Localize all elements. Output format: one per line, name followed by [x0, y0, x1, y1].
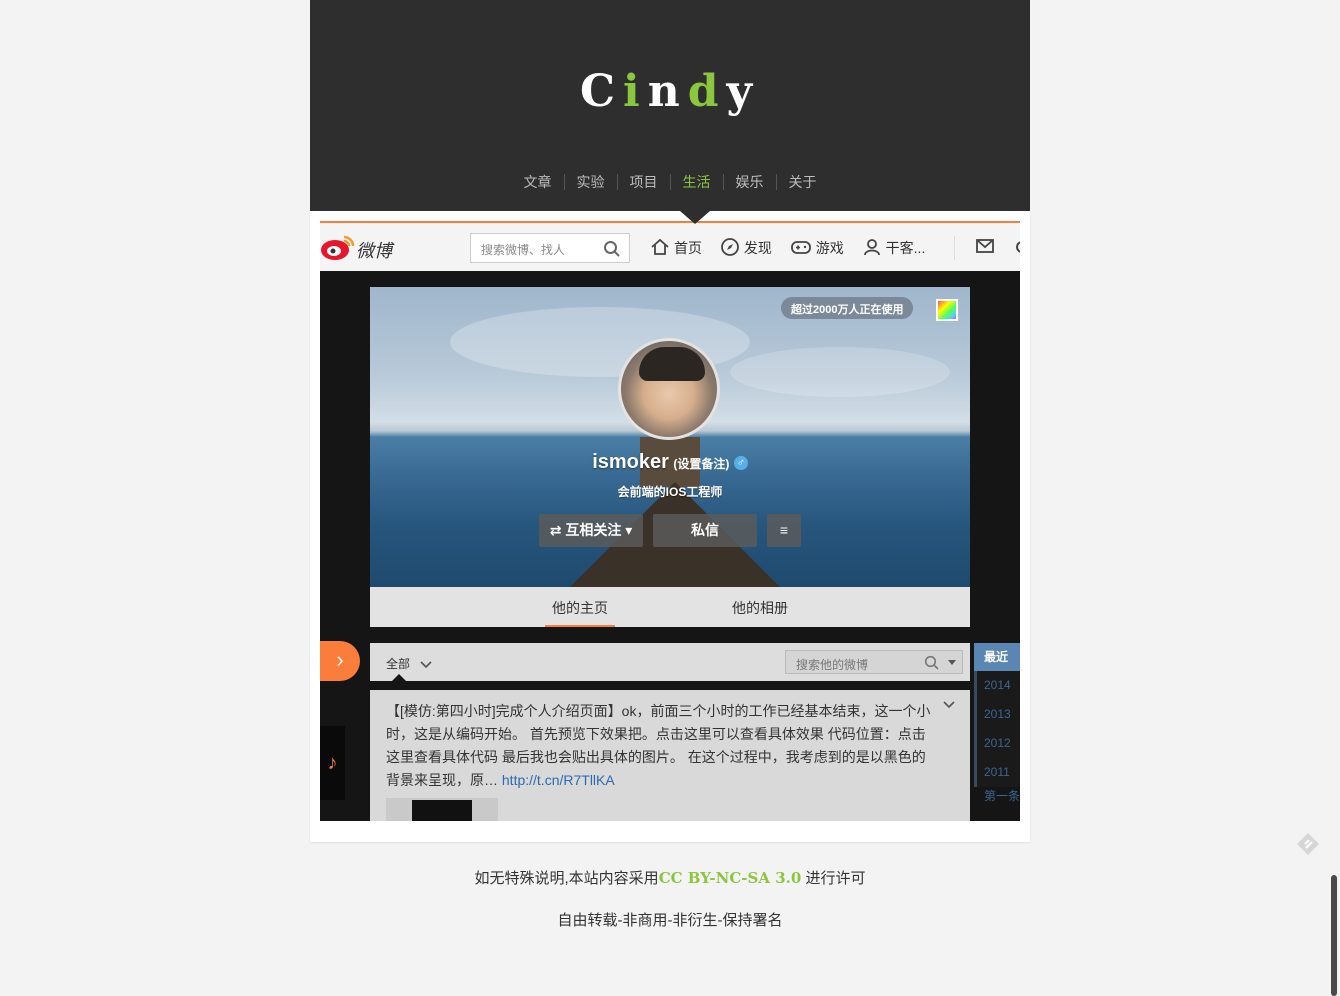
- site-logo[interactable]: Cindy: [310, 66, 1030, 117]
- mutual-follow-button[interactable]: ⇄ 互相关注 ▾: [539, 514, 643, 547]
- page: Cindy 文章 实验 项目 生活 娱乐 关于 微博 搜索微博、找人 首页 发现…: [0, 0, 1340, 996]
- side-expand-button[interactable]: ›: [320, 641, 360, 681]
- logo-letter: d: [687, 66, 727, 117]
- timeline-year[interactable]: 2014: [974, 671, 1020, 700]
- nav-item-life[interactable]: 生活: [669, 174, 723, 190]
- profile-bio: 会前端的IOS工程师: [617, 485, 723, 499]
- avatar[interactable]: [618, 338, 720, 440]
- chevron-right-icon: ›: [336, 647, 344, 672]
- male-icon: ♂: [733, 456, 748, 470]
- his-weibo-search-input[interactable]: 搜索他的微博: [785, 650, 963, 674]
- set-remark-link[interactable]: (设置备注): [673, 457, 729, 471]
- filter-pointer: [392, 674, 406, 681]
- blog-header: Cindy 文章 实验 项目 生活 娱乐 关于: [310, 0, 1030, 211]
- search-dropdown-icon[interactable]: [948, 660, 956, 665]
- nav-active-pointer: [680, 211, 710, 224]
- feedly-icon[interactable]: [1295, 831, 1321, 857]
- message-button[interactable]: 私信: [653, 514, 757, 547]
- tab-his-album[interactable]: 他的相册: [725, 598, 795, 618]
- weibo-post: 【[模仿:第四小时]完成个人介绍页面】ok，前面三个小时的工作已经基本结束，这一…: [370, 690, 970, 821]
- nav-item-about[interactable]: 关于: [775, 174, 829, 190]
- logo-letter: C: [579, 66, 623, 117]
- weibo-logo-text: 微博: [356, 241, 392, 262]
- footer-license: 如无特殊说明,本站内容采用CC BY-NC-SA 3.0 进行许可: [0, 867, 1340, 888]
- license-link[interactable]: CC BY-NC-SA 3.0: [659, 869, 802, 887]
- logo-letter: y: [726, 66, 761, 117]
- avatar-hair: [639, 347, 705, 381]
- weibo-nav-discover[interactable]: 发现: [720, 237, 772, 258]
- weibo-nav-user-label: 干客...: [885, 240, 926, 256]
- weibo-logo-icon: [321, 235, 355, 260]
- change-cover-icon[interactable]: [936, 299, 958, 321]
- post-text: 【[模仿:第四小时]完成个人介绍页面】ok，前面三个小时的工作已经基本结束，这一…: [386, 703, 931, 788]
- weibo-nav-home[interactable]: 首页: [650, 237, 702, 258]
- weibo-nav-user[interactable]: 干客...: [862, 237, 926, 258]
- weibo-nav-home-label: 首页: [674, 240, 702, 256]
- blog-nav: 文章 实验 项目 生活 娱乐 关于: [310, 174, 1030, 190]
- nav-item-experiments[interactable]: 实验: [563, 174, 617, 190]
- nav-item-articles[interactable]: 文章: [512, 174, 564, 190]
- timeline-first-post[interactable]: 第一条: [974, 787, 1020, 804]
- weibo-topbar: 微博 搜索微博、找人 首页 发现 游戏 干客...: [320, 221, 1020, 271]
- music-note-icon[interactable]: ♪: [320, 726, 345, 800]
- compass-icon: [720, 238, 739, 256]
- search-icon[interactable]: [603, 240, 621, 258]
- weibo-nav: 首页 发现 游戏 干客...: [650, 237, 939, 258]
- settings-icon[interactable]: [1014, 239, 1020, 255]
- profile-cover: 超过2000万人正在使用 ismoker (设置备注) ♂ 会前端的IOS工程师…: [370, 287, 970, 587]
- his-weibo-search-placeholder: 搜索他的微博: [796, 658, 869, 672]
- post-link[interactable]: http://t.cn/R7TllKA: [502, 772, 615, 788]
- footer-license-prefix: 如无特殊说明,本站内容采用: [474, 870, 659, 887]
- users-badge[interactable]: 超过2000万人正在使用: [781, 297, 914, 319]
- logo-letter: i: [622, 66, 648, 117]
- user-icon: [863, 239, 880, 256]
- footer-license-suffix: 进行许可: [801, 870, 866, 887]
- nav-item-projects[interactable]: 项目: [616, 174, 670, 190]
- more-menu-button[interactable]: ≡: [767, 514, 801, 547]
- feed-filter-bar: 全部 搜索他的微博: [370, 643, 970, 681]
- filter-all-label: 全部: [386, 657, 411, 671]
- nav-item-entertainment[interactable]: 娱乐: [722, 174, 776, 190]
- profile-name-row: ismoker (设置备注) ♂: [370, 451, 970, 474]
- weibo-logo[interactable]: 微博: [320, 233, 410, 263]
- weibo-nav-games[interactable]: 游戏: [790, 237, 844, 258]
- profile-name[interactable]: ismoker: [592, 451, 669, 473]
- timeline-recent[interactable]: 最近: [974, 643, 1020, 671]
- logo-letter: n: [647, 66, 688, 117]
- weibo-nav-discover-label: 发现: [743, 240, 772, 256]
- gamepad-icon: [790, 241, 811, 254]
- post-image[interactable]: [386, 798, 498, 821]
- weibo-search-input[interactable]: 搜索微博、找人: [470, 233, 630, 263]
- timeline-year[interactable]: 2013: [974, 700, 1020, 729]
- weibo-screenshot: 微博 搜索微博、找人 首页 发现 游戏 干客... 超过2000万人正在使用 i…: [320, 221, 1020, 821]
- scrollbar[interactable]: [1331, 875, 1337, 996]
- year-timeline: 最近 2014 2013 2012 2011 第一条: [974, 643, 1020, 804]
- weibo-nav-games-label: 游戏: [815, 240, 844, 256]
- weibo-search-placeholder: 搜索微博、找人: [481, 243, 566, 257]
- tab-his-home[interactable]: 他的主页: [545, 598, 615, 627]
- timeline-year[interactable]: 2011: [974, 758, 1020, 787]
- mail-icon: [976, 239, 994, 253]
- profile-tabs: 他的主页 他的相册: [370, 587, 970, 627]
- search-icon[interactable]: [924, 655, 940, 671]
- home-icon: [651, 238, 669, 255]
- cover-cloud: [730, 347, 950, 397]
- timeline-year[interactable]: 2012: [974, 729, 1020, 758]
- chevron-down-icon: [420, 661, 432, 669]
- article-card: 微博 搜索微博、找人 首页 发现 游戏 干客... 超过2000万人正在使用 i…: [310, 211, 1030, 842]
- mail-button[interactable]: [954, 236, 995, 260]
- chevron-down-icon[interactable]: [942, 700, 956, 710]
- filter-all-dropdown[interactable]: 全部: [386, 655, 433, 672]
- footer-terms: 自由转载-非商用-非衍生-保持署名: [557, 912, 783, 929]
